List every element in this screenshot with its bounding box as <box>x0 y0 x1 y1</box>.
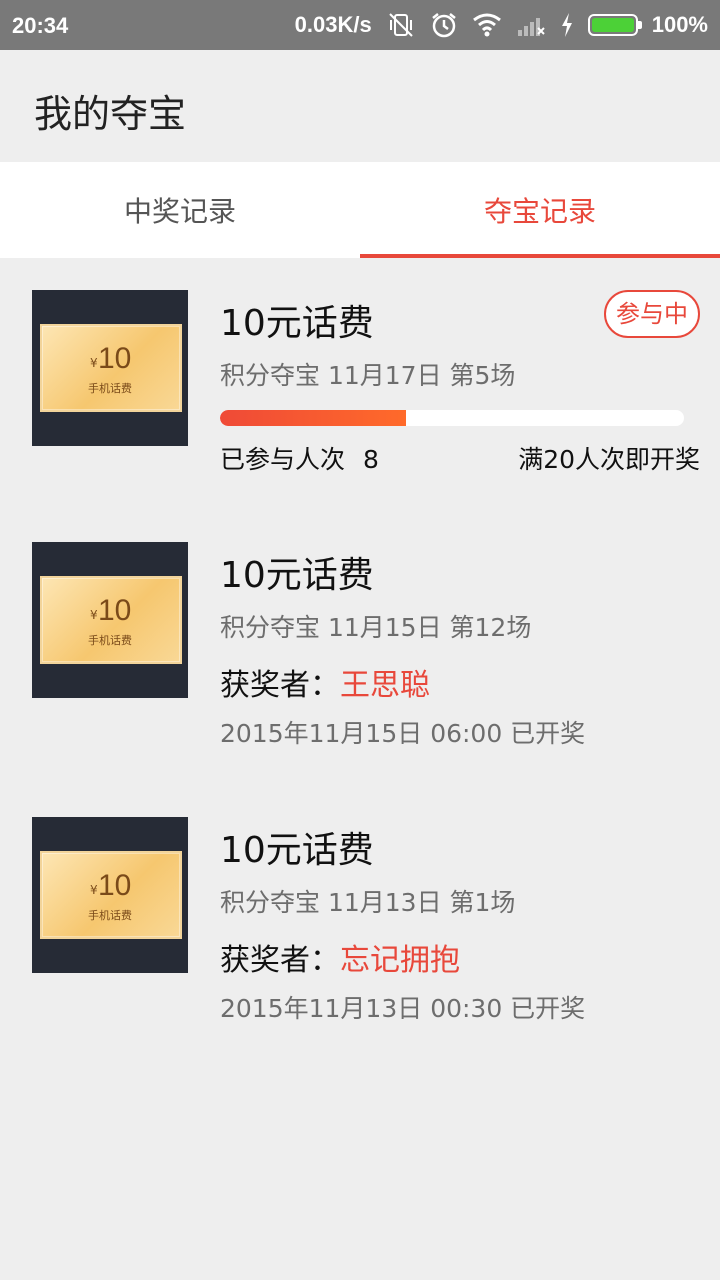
winner-name: 王思聪 <box>340 668 430 703</box>
item-title: 10元话费 <box>220 555 374 596</box>
status-time: 20:34 <box>12 13 69 38</box>
app-bar: 我的夺宝 <box>0 50 720 162</box>
wifi-icon <box>472 13 501 37</box>
progress-bar <box>220 410 684 426</box>
prize-thumbnail: ¥ 10 手机话费 <box>32 542 188 698</box>
tab-winning-records[interactable]: 中奖记录 <box>0 162 360 258</box>
page-title: 我的夺宝 <box>34 92 187 136</box>
tab-treasure-records[interactable]: 夺宝记录 <box>360 162 720 258</box>
draw-threshold: 满20人次即开奖 <box>518 445 700 474</box>
battery-percent: 100% <box>651 12 708 37</box>
voucher-amount: 10 <box>98 869 132 902</box>
joined-label: 已参与人次 <box>220 445 346 474</box>
status-bar: 20:34 0.03K/s 100% <box>0 0 720 50</box>
voucher-image: ¥ 10 手机话费 <box>40 576 182 664</box>
charging-icon <box>561 13 572 37</box>
voucher-amount: 10 <box>98 342 132 375</box>
status-badge: 参与中 <box>604 290 700 338</box>
item-title: 10元话费 <box>220 830 374 871</box>
yen-symbol: ¥ <box>90 356 98 370</box>
voucher-label: 手机话费 <box>88 382 132 395</box>
voucher-label: 手机话费 <box>88 634 132 647</box>
battery-icon <box>587 14 642 36</box>
winner-name: 忘记拥抱 <box>340 943 460 978</box>
prize-thumbnail: ¥ 10 手机话费 <box>32 290 188 446</box>
voucher-label: 手机话费 <box>88 909 132 922</box>
list-item[interactable]: ¥ 10 手机话费 10元话费 积分夺宝 11月13日 第1场 获奖者：忘记拥抱… <box>0 817 720 1047</box>
draw-date: 2015年11月15日 06:00 已开奖 <box>220 719 586 748</box>
voucher-amount: 10 <box>98 594 132 627</box>
winner-row: 获奖者：忘记拥抱 <box>220 935 460 979</box>
item-title: 10元话费 <box>220 303 374 344</box>
yen-symbol: ¥ <box>90 608 98 622</box>
prize-thumbnail: ¥ 10 手机话费 <box>32 817 188 973</box>
voucher-image: ¥ 10 手机话费 <box>40 851 182 939</box>
progress-fill <box>220 410 406 426</box>
list-item[interactable]: ¥ 10 手机话费 10元话费 积分夺宝 11月15日 第12场 获奖者：王思聪… <box>0 542 720 772</box>
winner-label: 获奖者： <box>220 668 340 703</box>
alarm-icon <box>431 13 456 38</box>
draw-date: 2015年11月13日 00:30 已开奖 <box>220 994 586 1023</box>
signal-icon <box>517 18 545 36</box>
joined-count: 已参与人次 8 <box>220 440 379 476</box>
winner-label: 获奖者： <box>220 943 340 978</box>
item-meta: 积分夺宝 11月15日 第12场 <box>220 613 532 642</box>
winner-row: 获奖者：王思聪 <box>220 660 430 704</box>
voucher-image: ¥ 10 手机话费 <box>40 324 182 412</box>
list-item[interactable]: ¥ 10 手机话费 10元话费 参与中 积分夺宝 11月17日 第5场 已参与人… <box>0 290 720 490</box>
yen-symbol: ¥ <box>90 883 98 897</box>
vibrate-off-icon <box>389 13 413 37</box>
tab-bar: 中奖记录 夺宝记录 <box>0 162 720 258</box>
joined-number: 8 <box>363 445 379 474</box>
item-meta: 积分夺宝 11月13日 第1场 <box>220 888 516 917</box>
status-icons: 0.03K/s 100% <box>281 0 708 50</box>
net-speed: 0.03K/s <box>294 12 372 37</box>
item-meta: 积分夺宝 11月17日 第5场 <box>220 361 516 390</box>
